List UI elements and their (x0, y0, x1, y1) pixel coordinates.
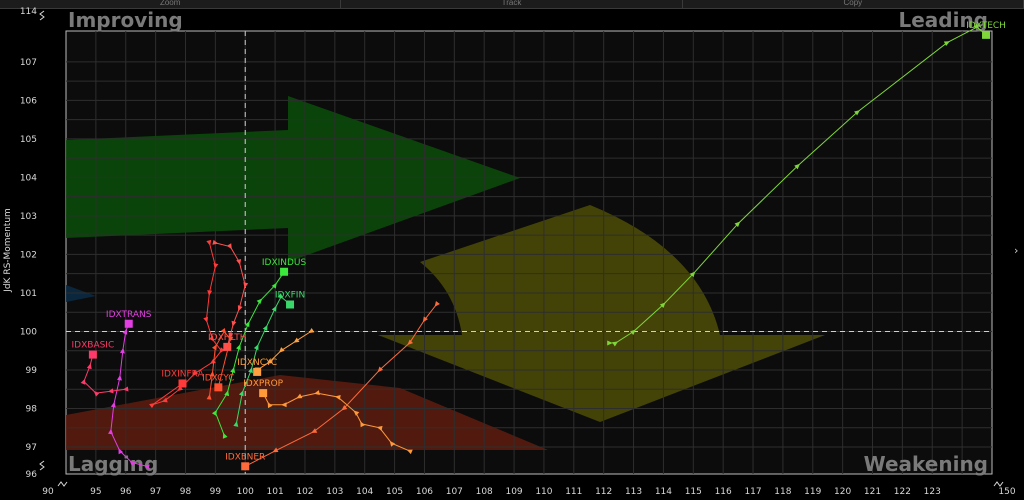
y-axis-label: JdK RS-Momentum (3, 208, 13, 293)
x-tick-label: 150 (998, 487, 1015, 497)
x-tick-label: 119 (804, 487, 821, 497)
y-tick-label: 96 (26, 470, 38, 480)
series-head-marker (214, 383, 223, 392)
x-tick-label: 120 (834, 487, 851, 497)
y-axis-break (39, 10, 45, 21)
y-tick-label: 102 (20, 250, 37, 260)
y-tick-label: 100 (20, 327, 37, 337)
x-tick-label: 118 (774, 487, 791, 497)
y-tick-label: 107 (20, 58, 37, 68)
y-tick-label: 103 (20, 212, 37, 222)
x-tick-label: 122 (894, 487, 911, 497)
quadrant-label-weakening: Weakening (864, 452, 988, 476)
series-head-marker (124, 319, 133, 328)
rrg-chart[interactable]: Improving LeadingLagging Weakening90 95 96 97… (0, 0, 1024, 500)
series-head-marker (286, 300, 295, 309)
series-label: IDXFIN (275, 291, 305, 301)
series-label: IDXNCYC (237, 358, 277, 368)
x-tick-label: 104 (356, 487, 373, 497)
x-tick-label: 110 (535, 487, 552, 497)
series-label: IDXINFRA (161, 369, 204, 379)
x-tick-label: 123 (924, 487, 941, 497)
x-tick-label: 90 (42, 487, 54, 497)
x-tick-label: 116 (715, 487, 732, 497)
series-head-marker (982, 30, 991, 39)
y-tick-label: 105 (20, 135, 37, 145)
x-tick-label: 112 (595, 487, 612, 497)
x-tick-label: 111 (565, 487, 582, 497)
quadrant-label-improving: Improving (68, 8, 183, 32)
x-tick-label: 98 (180, 487, 192, 497)
series-label: IDXBASIC (72, 341, 115, 351)
x-tick-label: 95 (90, 487, 101, 497)
x-tick-label: 97 (150, 487, 161, 497)
x-axis-break (57, 481, 68, 487)
x-tick-label: 109 (505, 487, 522, 497)
x-tick-label: 108 (476, 487, 493, 497)
y-tick-label: 99 (26, 366, 38, 376)
series-label: IDXHLTH (208, 333, 247, 343)
series-head-marker (88, 350, 97, 359)
x-tick-label: 114 (655, 487, 672, 497)
series-head-marker (178, 379, 187, 388)
series-label: IDXENER (225, 452, 265, 462)
y-tick-label: 114 (20, 7, 37, 17)
x-tick-label: 107 (446, 487, 463, 497)
y-tick-label: 101 (20, 289, 37, 299)
series-label: IDXINDUS (262, 258, 307, 268)
quadrant-label-lagging: Lagging (68, 452, 158, 476)
series-label: IDXPROP (243, 379, 284, 389)
x-tick-label: 106 (416, 487, 433, 497)
y-tick-label: 104 (20, 173, 37, 183)
x-tick-label: 105 (386, 487, 403, 497)
series-label: IDXTECH (966, 21, 1006, 31)
series-head-marker (241, 462, 250, 471)
x-tick-label: 113 (625, 487, 642, 497)
x-tick-label: 99 (210, 487, 222, 497)
y-tick-label: 106 (20, 96, 37, 106)
x-axis-break (993, 481, 1004, 487)
x-tick-label: 103 (326, 487, 343, 497)
series-label: IDXTRANS (106, 310, 152, 320)
y-tick-label: 98 (26, 405, 38, 415)
x-tick-label: 115 (685, 487, 702, 497)
series-head-marker (280, 267, 289, 276)
y-axis-break (39, 460, 45, 471)
rrg-window: Zoom Track Copy Improving Leading Lagging W… (0, 0, 1024, 500)
x-tick-label: 101 (267, 487, 284, 497)
series-head-marker (253, 367, 262, 376)
chevron-right-icon[interactable]: › (1014, 244, 1018, 257)
series-head-marker (259, 389, 268, 398)
series-label: IDXCYC (202, 373, 235, 383)
x-tick-label: 102 (296, 487, 313, 497)
x-tick-label: 121 (864, 487, 881, 497)
x-tick-label: 100 (237, 487, 254, 497)
x-tick-label: 96 (120, 487, 132, 497)
x-tick-label: 117 (744, 487, 761, 497)
y-tick-label: 97 (26, 443, 37, 453)
